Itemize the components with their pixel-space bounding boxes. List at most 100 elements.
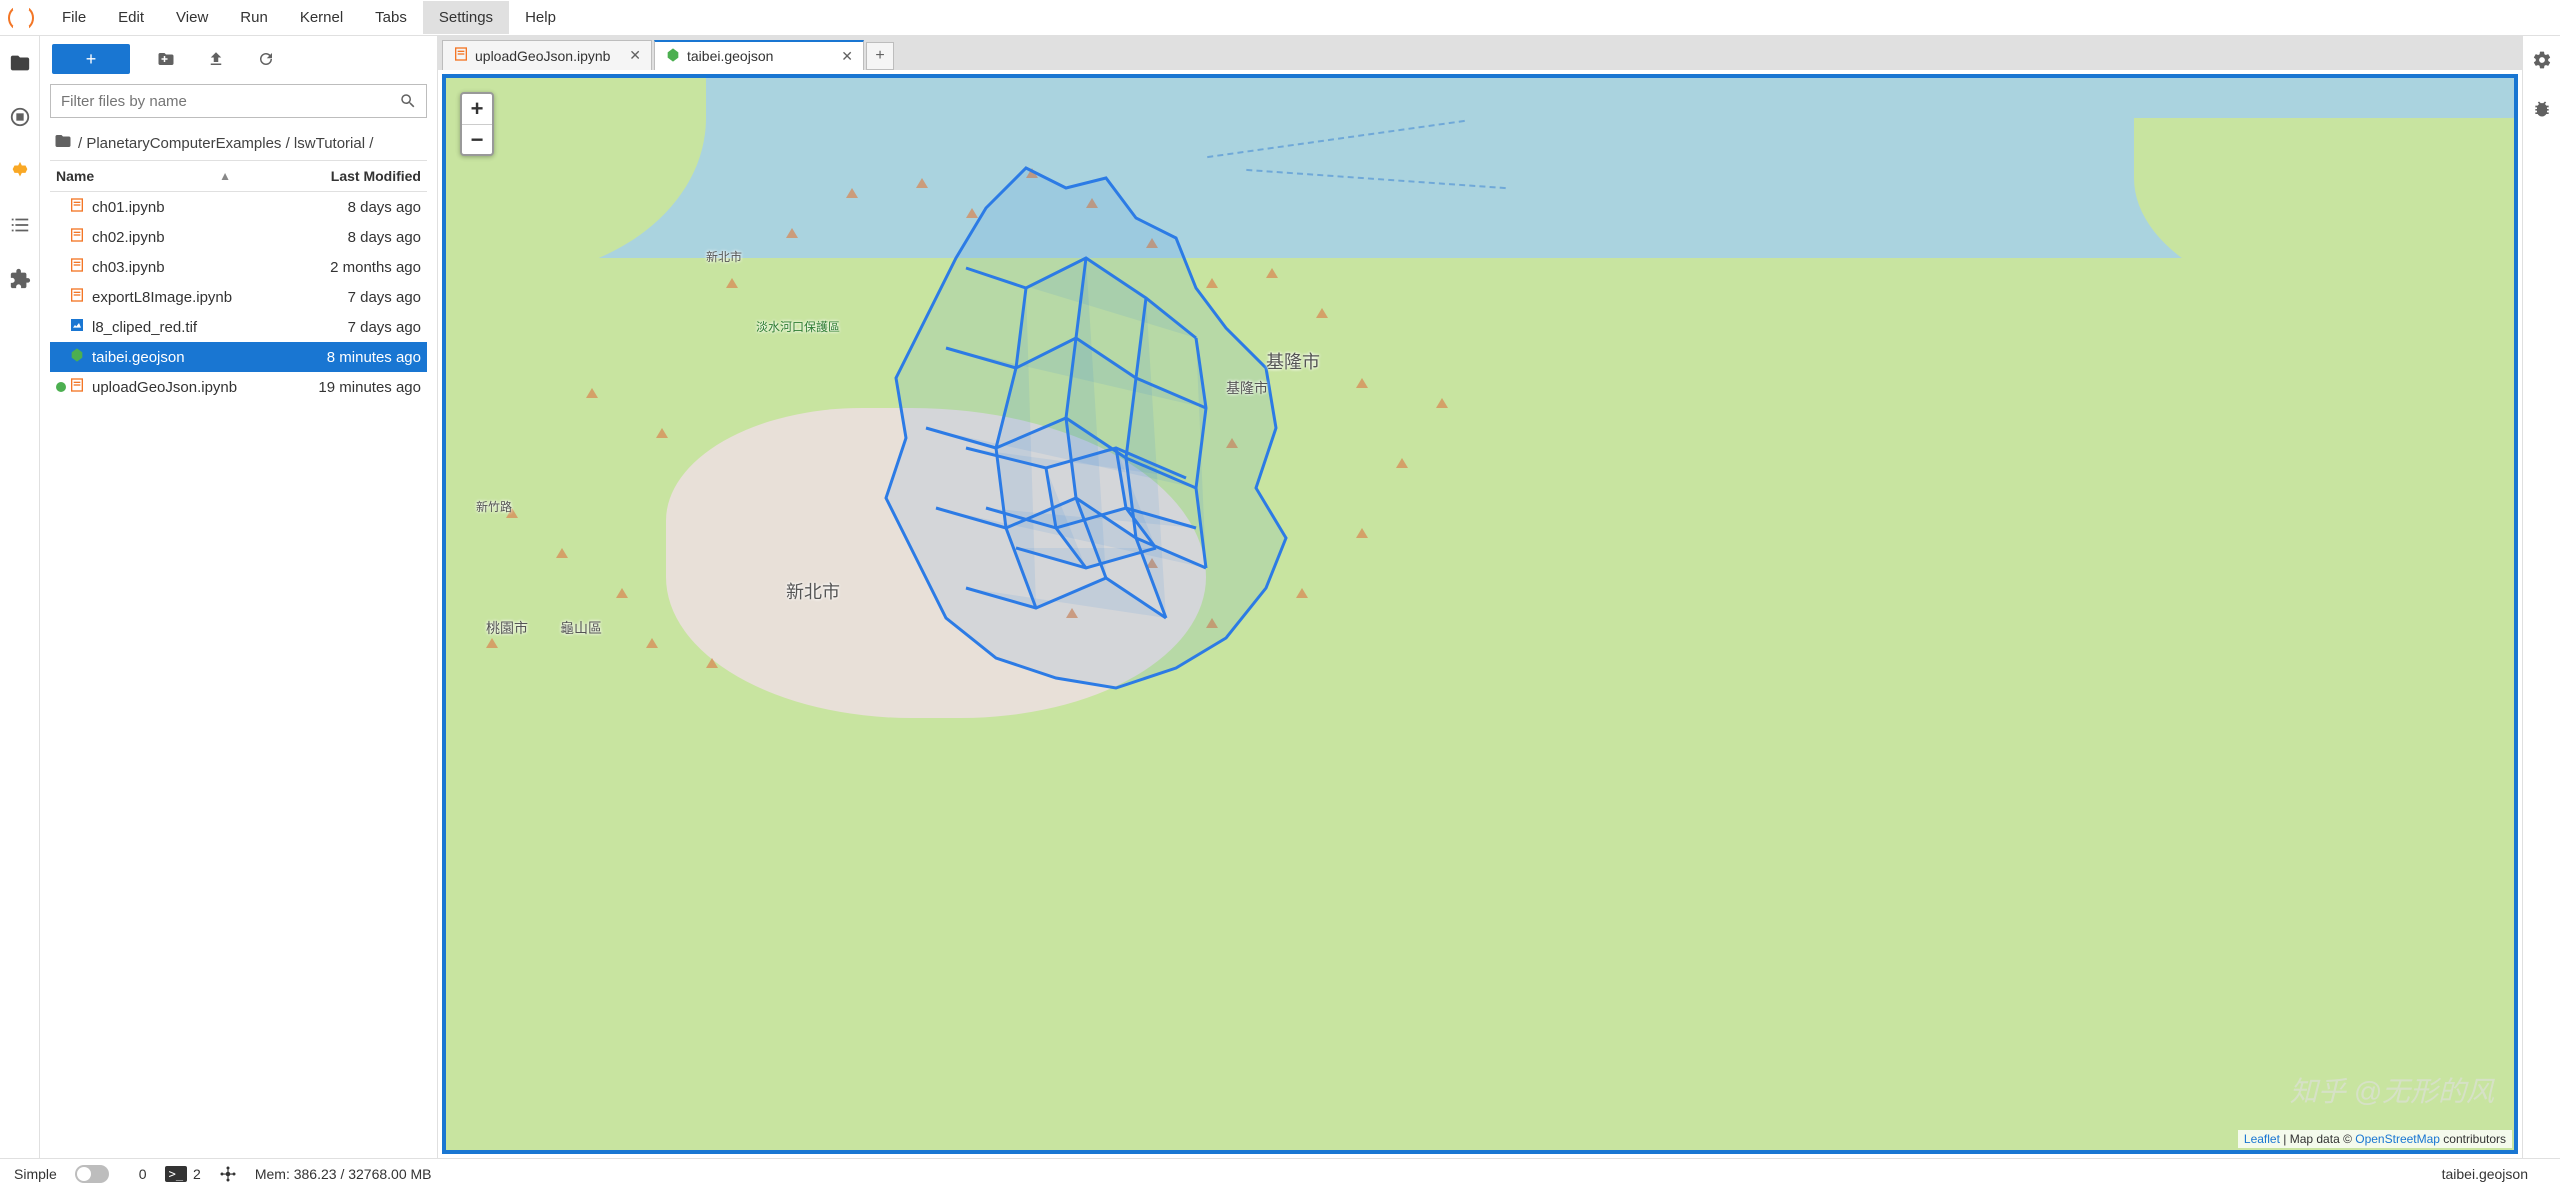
file-modified: 7 days ago [271,289,421,306]
file-name: exportL8Image.ipynb [92,289,271,306]
peak-icon [646,638,658,648]
peak-icon [1026,168,1038,178]
notebook-file-icon [68,227,86,247]
toc-tab-icon[interactable] [7,212,33,238]
breadcrumb-path[interactable]: / PlanetaryComputerExamples / lswTutoria… [78,135,373,152]
notebook-file-icon [453,46,469,65]
file-row[interactable]: taibei.geojson 8 minutes ago [50,342,427,372]
map-label-xinzhu: 新竹路 [476,498,512,515]
file-filter-input[interactable] [50,84,427,118]
map-label-jilong2: 基隆市 [1226,378,1268,398]
main-layout: + / PlanetaryComputerExamples / lswTutor… [0,36,2560,1158]
filebrowser-tab-icon[interactable] [7,50,33,76]
running-tab-icon[interactable] [7,104,33,130]
file-name: ch01.ipynb [92,199,271,216]
menu-view[interactable]: View [160,1,224,34]
peak-icon [786,228,798,238]
file-row[interactable]: l8_cliped_red.tif 7 days ago [50,312,427,342]
notebook-file-icon [68,257,86,277]
status-kernel-count[interactable]: 0 [139,1166,147,1182]
sort-caret-icon[interactable]: ▲ [219,169,231,183]
file-filter [50,84,427,118]
peak-icon [1296,588,1308,598]
file-modified: 8 minutes ago [271,349,421,366]
document-content: 新北市 桃園市 龜山區 基隆市 基隆市 新竹路 淡水河口保護區 新北市 + − … [442,74,2518,1154]
file-row[interactable]: ch02.ipynb 8 days ago [50,222,427,252]
peak-icon [656,428,668,438]
peak-icon [1266,268,1278,278]
peak-icon [1356,378,1368,388]
property-inspector-icon[interactable] [2532,50,2552,73]
tab-label: taibei.geojson [687,48,773,64]
extensions-tab-icon[interactable] [7,266,33,292]
file-modified: 19 minutes ago [271,379,421,396]
peak-icon [556,548,568,558]
leaflet-link[interactable]: Leaflet [2244,1132,2280,1146]
peak-icon [1206,618,1218,628]
document-tab[interactable]: uploadGeoJson.ipynb ✕ [442,40,652,70]
new-folder-button[interactable] [152,45,180,73]
peak-icon [1316,308,1328,318]
menu-run[interactable]: Run [224,1,284,34]
mode-toggle[interactable] [75,1165,109,1183]
file-list: ch01.ipynb 8 days ago ch02.ipynb 8 days … [50,192,427,1158]
status-mode[interactable]: Simple [14,1165,121,1183]
map-canvas[interactable]: 新北市 桃園市 龜山區 基隆市 基隆市 新竹路 淡水河口保護區 新北市 + − … [446,78,2514,1150]
peak-icon [1226,438,1238,448]
zoom-out-button[interactable]: − [462,124,492,154]
breadcrumb[interactable]: / PlanetaryComputerExamples / lswTutoria… [50,126,427,160]
document-tab[interactable]: taibei.geojson ✕ [654,40,864,70]
peak-icon [706,658,718,668]
map-label-xinbei: 新北市 [786,578,840,604]
status-bar: Simple 0 >_2 Mem: 386.23 / 32768.00 MB t… [0,1158,2560,1188]
upload-button[interactable] [202,45,230,73]
catalog-tab-icon[interactable] [7,158,33,184]
jupyter-logo-icon[interactable] [8,5,34,31]
peak-icon [616,588,628,598]
file-browser-toolbar: + [50,44,427,74]
zoom-control: + − [460,92,494,156]
file-row[interactable]: uploadGeoJson.ipynb 19 minutes ago [50,372,427,402]
column-modified[interactable]: Last Modified [271,168,421,184]
peak-icon [486,638,498,648]
folder-icon [54,132,72,154]
status-memory: Mem: 386.23 / 32768.00 MB [255,1166,432,1182]
debugger-icon[interactable] [2532,99,2552,122]
menu-file[interactable]: File [46,1,102,34]
menu-settings[interactable]: Settings [423,1,509,34]
refresh-button[interactable] [252,45,280,73]
file-modified: 2 months ago [271,259,421,276]
menu-kernel[interactable]: Kernel [284,1,359,34]
column-name[interactable]: Name [56,168,219,184]
menu-edit[interactable]: Edit [102,1,160,34]
status-lsp-icon[interactable] [219,1165,237,1183]
file-row[interactable]: ch01.ipynb 8 days ago [50,192,427,222]
map-label-taoyuan: 桃園市 [486,618,528,638]
file-row[interactable]: ch03.ipynb 2 months ago [50,252,427,282]
osm-link[interactable]: OpenStreetMap [2355,1132,2440,1146]
close-tab-button[interactable]: ✕ [831,48,853,65]
menu-help[interactable]: Help [509,1,572,34]
notebook-file-icon [68,377,86,397]
tab-label: uploadGeoJson.ipynb [475,48,610,64]
peak-icon [1206,278,1218,288]
add-tab-button[interactable]: + [866,42,894,70]
new-launcher-button[interactable]: + [52,44,130,74]
peak-icon [966,208,978,218]
close-tab-button[interactable]: ✕ [619,47,641,64]
peak-icon [1356,528,1368,538]
file-name: ch03.ipynb [92,259,271,276]
document-tab-bar: uploadGeoJson.ipynb ✕ taibei.geojson ✕+ [438,36,2522,70]
file-row[interactable]: exportL8Image.ipynb 7 days ago [50,282,427,312]
watermark: 知乎 @无形的风 [2290,1070,2494,1110]
menu-tabs[interactable]: Tabs [359,1,423,34]
geojson-file-icon [68,347,86,367]
file-name: taibei.geojson [92,349,271,366]
status-terminal-count[interactable]: >_2 [165,1166,201,1182]
file-name: l8_cliped_red.tif [92,319,271,336]
activity-bar [0,36,40,1158]
map-label-jilong: 基隆市 [1266,348,1320,374]
zoom-in-button[interactable]: + [462,94,492,124]
menu-bar: FileEditViewRunKernelTabsSettingsHelp [0,0,2560,36]
file-modified: 7 days ago [271,319,421,336]
